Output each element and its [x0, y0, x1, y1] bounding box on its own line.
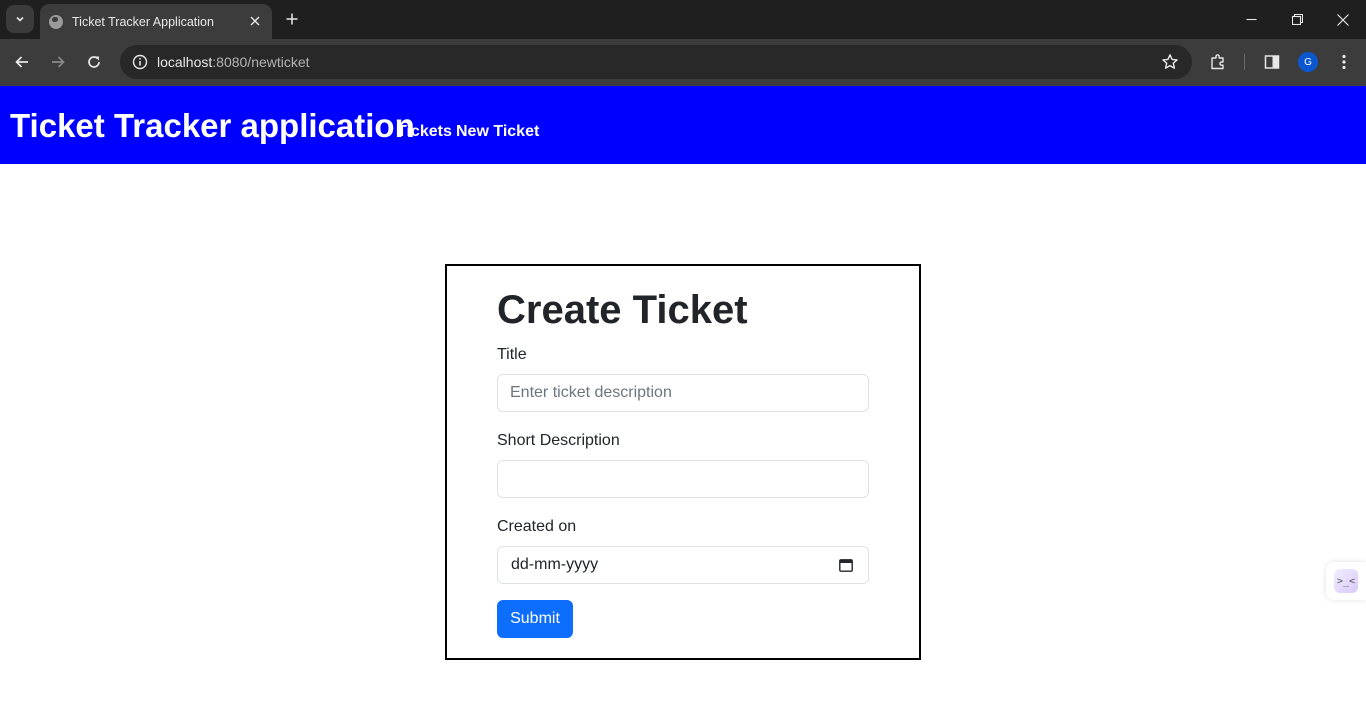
kebab-menu-icon — [1342, 54, 1346, 70]
short-description-input[interactable] — [497, 460, 869, 498]
plus-icon — [286, 13, 298, 25]
back-button[interactable] — [8, 48, 36, 76]
address-bar[interactable]: localhost:8080/newticket — [120, 45, 1192, 79]
submit-button[interactable]: Submit — [497, 600, 573, 638]
star-icon — [1162, 54, 1178, 69]
site-info-button[interactable] — [128, 50, 152, 74]
sidebar-icon — [1264, 55, 1280, 69]
side-panel-button[interactable] — [1260, 50, 1284, 74]
close-icon — [250, 16, 260, 26]
forward-arrow-icon — [52, 56, 65, 68]
new-tab-button[interactable] — [280, 7, 304, 31]
profile-avatar[interactable]: G — [1298, 52, 1318, 72]
form-heading: Create Ticket — [497, 288, 748, 332]
bookmark-button[interactable] — [1160, 52, 1180, 72]
site-info-icon — [132, 54, 148, 70]
chevron-down-icon — [16, 16, 24, 22]
reload-icon — [88, 56, 100, 68]
back-arrow-icon — [15, 56, 28, 68]
url-host: localhost — [157, 54, 213, 70]
date-placeholder: dd-mm-yyyy — [511, 556, 599, 573]
reload-button[interactable] — [80, 48, 108, 76]
extensions-icon — [1211, 54, 1224, 70]
url-text: localhost:8080/newticket — [157, 54, 310, 70]
browser-tab-strip: Ticket Tracker Application — [0, 0, 1366, 39]
calendar-icon[interactable] — [838, 557, 854, 573]
window-close-button[interactable] — [1320, 0, 1366, 39]
globe-icon — [49, 14, 63, 29]
window-close-icon — [1337, 13, 1349, 26]
create-ticket-form: Create Ticket Title Short Description Cr… — [445, 264, 921, 660]
minimize-button[interactable] — [1228, 0, 1274, 39]
restore-button[interactable] — [1274, 0, 1320, 39]
nav-link-new-ticket[interactable]: New Ticket — [456, 123, 539, 141]
nav-link-tickets[interactable]: Tickets — [397, 123, 452, 141]
extensions-button[interactable] — [1206, 50, 1230, 74]
minimize-icon — [1246, 18, 1256, 21]
restore-icon — [1291, 14, 1303, 25]
short-description-label: Short Description — [497, 432, 620, 449]
browser-menu-button[interactable] — [1332, 50, 1356, 74]
app-brand[interactable]: Ticket Tracker application — [10, 107, 415, 145]
created-on-label: Created on — [497, 518, 577, 535]
forward-button[interactable] — [44, 48, 72, 76]
url-path: :8080/newticket — [212, 54, 310, 70]
devtools-widget-icon: >_< — [1334, 569, 1358, 593]
browser-tab-active[interactable]: Ticket Tracker Application — [40, 4, 272, 39]
page-viewport: Ticket Tracker application Tickets New T… — [0, 86, 1366, 720]
toolbar-divider — [1244, 54, 1245, 70]
tab-title: Ticket Tracker Application — [72, 14, 214, 29]
created-on-date-input[interactable]: dd-mm-yyyy — [497, 546, 869, 584]
tab-search-button[interactable] — [6, 5, 34, 33]
title-label: Title — [497, 346, 527, 363]
browser-toolbar: localhost:8080/newticket G — [0, 39, 1366, 86]
side-widget[interactable]: >_< — [1326, 562, 1366, 600]
title-input[interactable] — [497, 374, 869, 412]
app-navbar: Ticket Tracker application Tickets New T… — [0, 86, 1366, 164]
tab-close-button[interactable] — [246, 12, 264, 30]
